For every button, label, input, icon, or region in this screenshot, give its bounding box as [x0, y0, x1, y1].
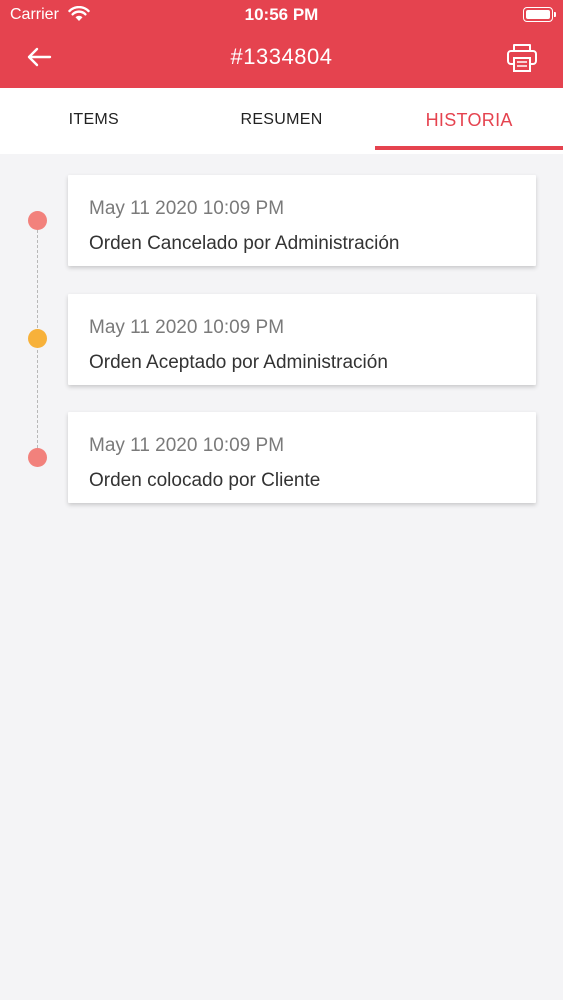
tab-historia[interactable]: HISTORIA	[375, 88, 563, 154]
active-tab-indicator	[375, 146, 563, 150]
timeline-dot-placed	[28, 448, 47, 467]
clock: 10:56 PM	[244, 5, 319, 24]
history-card: May 11 2020 10:09 PM Orden colocado por …	[68, 412, 536, 503]
history-timeline: May 11 2020 10:09 PM Orden Cancelado por…	[0, 154, 563, 1000]
tab-bar: ITEMS RESUMEN HISTORIA	[0, 88, 563, 154]
history-card: May 11 2020 10:09 PM Orden Cancelado por…	[68, 175, 536, 266]
tab-items[interactable]: ITEMS	[0, 88, 188, 154]
timeline-dot-accepted	[28, 329, 47, 348]
history-date: May 11 2020 10:09 PM	[89, 317, 285, 338]
battery-icon	[523, 7, 556, 22]
app-header: Carrier 10:56 PM #1334804	[0, 0, 563, 88]
history-event: Orden colocado por Cliente	[89, 470, 321, 491]
tab-resumen[interactable]: RESUMEN	[188, 88, 376, 154]
history-event: Orden Cancelado por Administración	[89, 233, 400, 254]
history-card: May 11 2020 10:09 PM Orden Aceptado por …	[68, 294, 536, 385]
timeline-dot-cancelled	[28, 211, 47, 230]
print-button[interactable]	[505, 40, 539, 74]
printer-icon	[507, 44, 537, 72]
order-title: #1334804	[230, 44, 333, 69]
history-date: May 11 2020 10:09 PM	[89, 198, 285, 219]
status-bar: Carrier 10:56 PM	[0, 0, 563, 30]
history-event: Orden Aceptado por Administración	[89, 352, 388, 373]
history-date: May 11 2020 10:09 PM	[89, 435, 285, 456]
